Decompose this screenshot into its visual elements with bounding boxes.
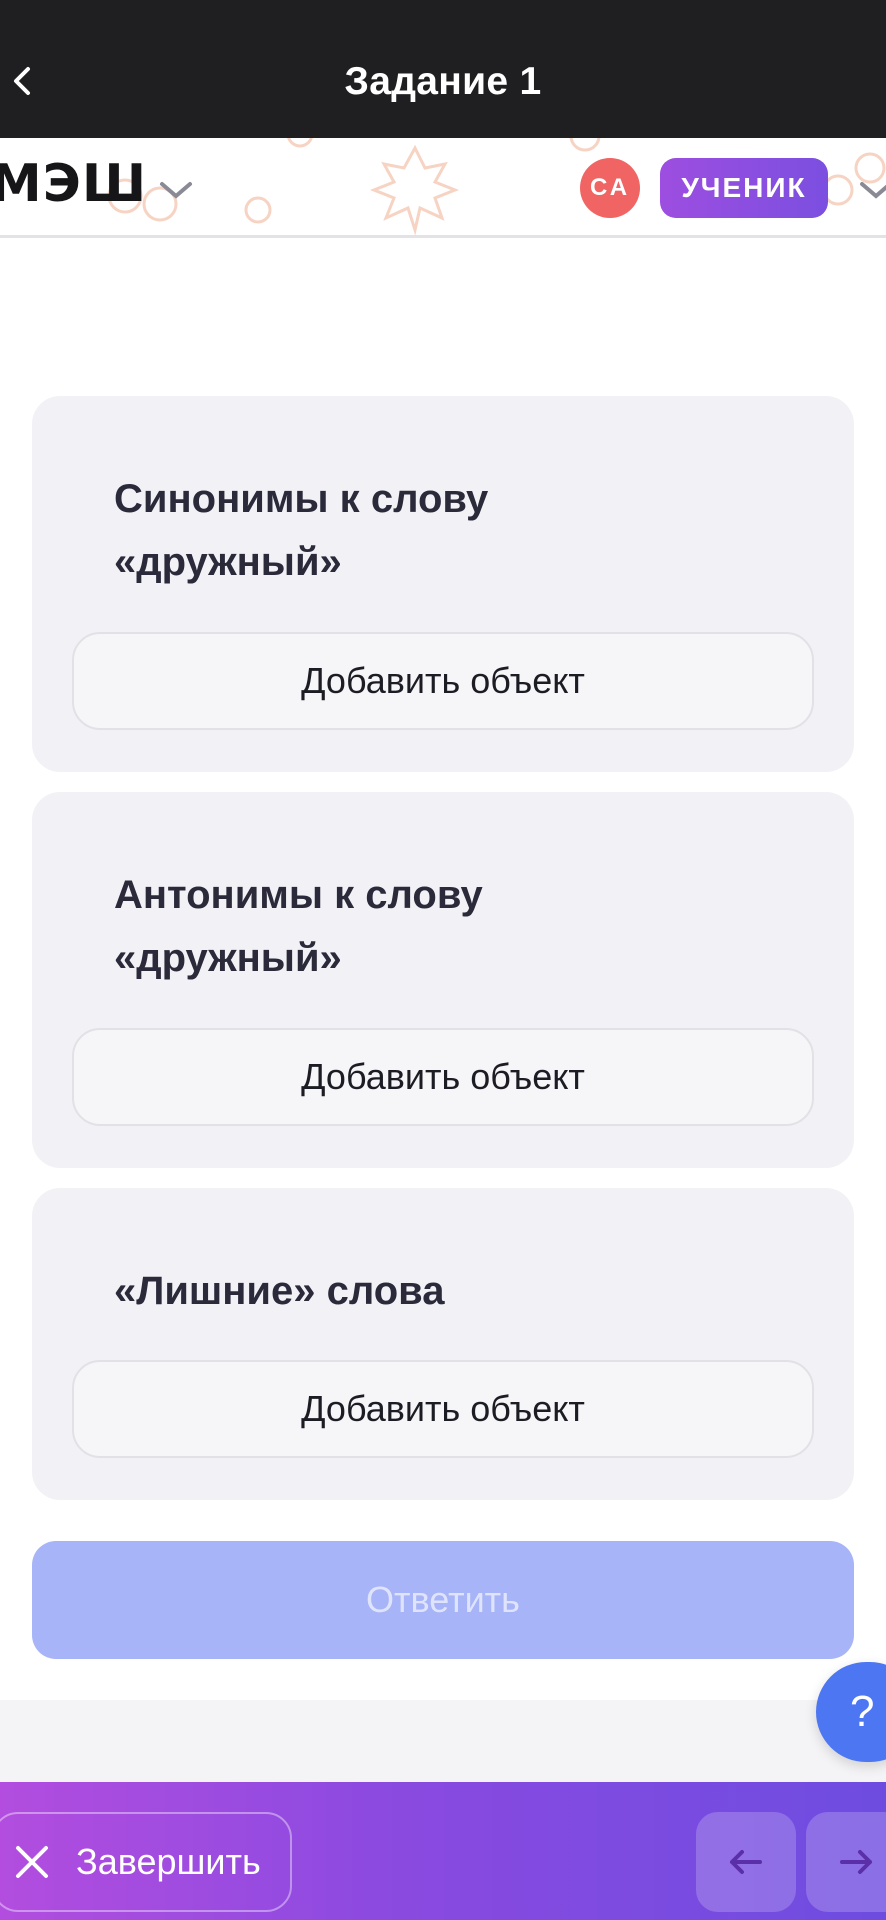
card-title: «Лишние» слова	[114, 1269, 445, 1313]
logo[interactable]: МЭШ	[0, 154, 147, 214]
add-object-button[interactable]: Добавить объект	[72, 1028, 814, 1126]
prev-button[interactable]	[696, 1812, 796, 1912]
next-button[interactable]	[806, 1812, 886, 1912]
answer-button[interactable]: Ответить	[32, 1541, 854, 1659]
finish-button[interactable]: Завершить	[0, 1812, 292, 1912]
bottom-bar: Завершить	[0, 1782, 886, 1920]
add-object-button[interactable]: Добавить объект	[72, 632, 814, 730]
avatar[interactable]: СА	[580, 158, 640, 218]
chevron-down-icon[interactable]	[158, 178, 194, 202]
category-card-antonyms: Антонимы к слову «дружный» Добавить объе…	[32, 792, 854, 1168]
arrow-left-icon	[730, 1850, 762, 1874]
top-bar: Задание 1	[0, 0, 886, 138]
category-card-extra-words: «Лишние» слова Добавить объект	[32, 1188, 854, 1500]
finish-label: Завершить	[76, 1841, 261, 1882]
chevron-down-icon[interactable]	[858, 178, 886, 202]
card-title: Антонимы к слову «дружный»	[114, 873, 483, 980]
close-icon	[16, 1846, 48, 1878]
role-badge[interactable]: УЧЕНИК	[660, 158, 828, 218]
page-title: Задание 1	[344, 60, 542, 103]
app-bar: МЭШ СА УЧЕНИК	[0, 138, 886, 238]
arrow-right-icon	[840, 1850, 872, 1874]
card-title: Синонимы к слову «дружный»	[114, 477, 489, 584]
category-card-synonyms: Синонимы к слову «дружный» Добавить объе…	[32, 396, 854, 772]
add-object-button[interactable]: Добавить объект	[72, 1360, 814, 1458]
